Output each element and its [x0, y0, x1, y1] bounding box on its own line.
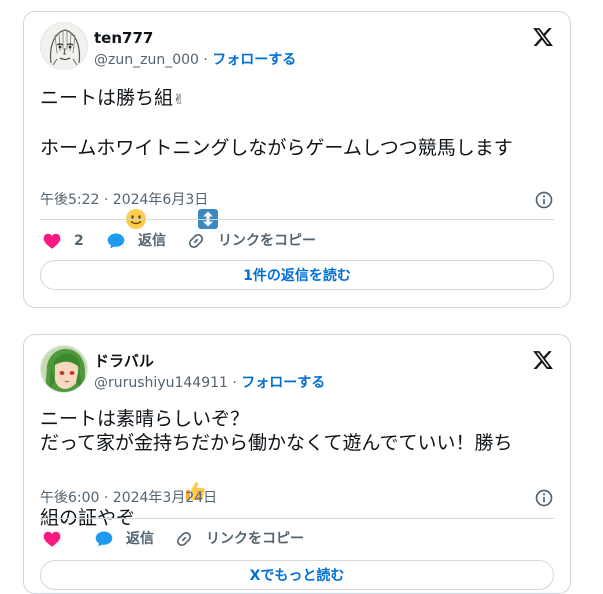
- info-icon[interactable]: [534, 190, 554, 210]
- green-hair-anime-avatar-icon: [41, 346, 87, 392]
- author-handle-line: @rurushiyu144911 · フォローする: [94, 374, 325, 392]
- follow-button[interactable]: フォローする: [212, 52, 296, 68]
- divider: [40, 219, 554, 220]
- reply-button[interactable]: 返信: [94, 528, 154, 550]
- tweet-card: ten777 @zun_zun_000 · フォローする ニートは勝ち組✌ ホー…: [23, 11, 571, 308]
- copy-link-label: リンクをコピー: [206, 531, 304, 547]
- action-bar: 2 返信 リンクをコピー: [40, 230, 554, 252]
- copy-link-button[interactable]: リンクをコピー: [174, 528, 304, 550]
- tweet-text-line: ニートは素晴らしいぞ？: [40, 408, 250, 430]
- link-icon: [176, 531, 192, 547]
- tweet-meta: 午後5:22 · 2024年6月3日: [40, 190, 554, 210]
- info-icon[interactable]: [534, 488, 554, 508]
- author-handle[interactable]: @zun_zun_000: [94, 52, 199, 68]
- tweet-text: ニートは勝ち組✌ ホームホワイトニングしながらゲームしつつ競馬します: [40, 86, 554, 284]
- author-handle[interactable]: @rurushiyu144911: [94, 375, 228, 391]
- reply-label: 返信: [138, 233, 166, 249]
- like-count: 2: [74, 233, 84, 249]
- tweet-text-line: ホームホワイトニングしながらゲームしつつ競馬します: [40, 137, 513, 159]
- separator-dot: ·: [203, 52, 208, 68]
- tweet-text: ニートは素晴らしいぞ？ だって家が金持ちだから働かなくて遊んでていい！勝ち 組の…: [40, 407, 554, 533]
- tweet-text-line: だって家が金持ちだから働かなくて遊んでていい！勝ち: [40, 432, 513, 454]
- like-button[interactable]: 2: [42, 230, 84, 252]
- reply-label: 返信: [126, 531, 154, 547]
- avatar[interactable]: [40, 22, 88, 70]
- heart-icon: [43, 531, 61, 547]
- author-name[interactable]: ten777: [94, 29, 153, 47]
- read-replies-button[interactable]: 1件の返信を読む: [40, 260, 554, 290]
- read-more-on-x-button[interactable]: Xでもっと読む: [40, 560, 554, 590]
- divider: [40, 518, 554, 519]
- tweet-text-line: ニートは勝ち組: [40, 87, 174, 109]
- copy-link-label: リンクをコピー: [218, 233, 316, 249]
- follow-button[interactable]: フォローする: [241, 375, 325, 391]
- link-icon: [188, 233, 204, 249]
- reply-button[interactable]: 返信: [106, 230, 166, 252]
- victory-hand-emoji: ✌: [173, 92, 185, 108]
- speech-bubble-icon: [95, 531, 113, 547]
- separator-dot: ·: [232, 375, 237, 391]
- timestamp[interactable]: 午後6:00 · 2024年3月24日: [40, 490, 217, 506]
- timestamp[interactable]: 午後5:22 · 2024年6月3日: [40, 192, 208, 208]
- author-handle-line: @zun_zun_000 · フォローする: [94, 51, 296, 69]
- x-logo-icon[interactable]: [532, 26, 554, 48]
- action-bar: 返信 リンクをコピー: [40, 528, 554, 550]
- like-button[interactable]: [42, 528, 74, 550]
- tweet-meta: 午後6:00 · 2024年3月24日: [40, 488, 554, 508]
- heart-icon: [43, 233, 61, 249]
- copy-link-button[interactable]: リンクをコピー: [186, 230, 316, 252]
- sketch-face-avatar-icon: [41, 23, 87, 69]
- avatar[interactable]: [40, 345, 88, 393]
- speech-bubble-icon: [107, 233, 125, 249]
- tweet-card: ドラバル @rurushiyu144911 · フォローする ニートは素晴らしい…: [23, 334, 571, 594]
- author-name[interactable]: ドラバル: [94, 352, 154, 370]
- x-logo-icon[interactable]: [532, 349, 554, 371]
